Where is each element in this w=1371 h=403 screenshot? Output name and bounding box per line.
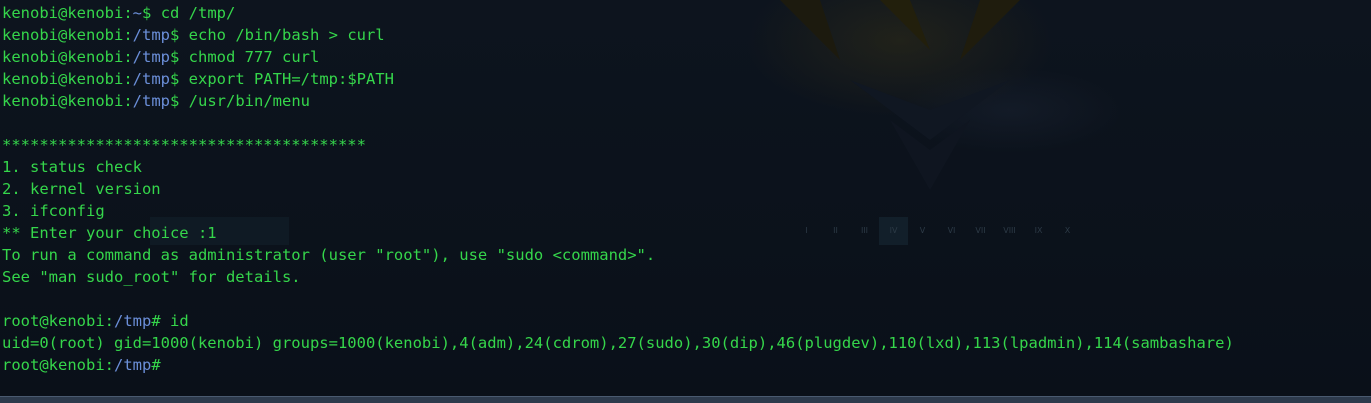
prompt-symbol: # <box>151 312 161 330</box>
prompt-path: /tmp <box>132 70 170 88</box>
prompt-symbol: $ <box>142 4 152 22</box>
prompt-user: root@kenobi <box>2 312 105 330</box>
prompt-separator: : <box>123 26 133 44</box>
output-line: 3. ifconfig <box>2 202 105 220</box>
output-line: ** Enter your choice :1 <box>2 224 217 242</box>
prompt-separator: : <box>104 312 114 330</box>
prompt-symbol: $ <box>170 26 180 44</box>
prompt-line: kenobi@kenobi:/tmp$ /usr/bin/menu <box>2 90 1234 112</box>
prompt-command: export PATH=/tmp:$PATH <box>179 70 394 88</box>
output-line: 2. kernel version <box>2 180 161 198</box>
prompt-line: root@kenobi:/tmp# <box>2 354 1234 376</box>
prompt-symbol: # <box>151 356 161 374</box>
prompt-command: chmod 777 curl <box>179 48 320 66</box>
prompt-path: /tmp <box>132 48 170 66</box>
prompt-command: /usr/bin/menu <box>179 92 310 110</box>
prompt-path: /tmp <box>132 92 170 110</box>
prompt-path: /tmp <box>114 356 152 374</box>
prompt-user: root@kenobi <box>2 356 105 374</box>
prompt-path: /tmp <box>132 26 170 44</box>
prompt-path: /tmp <box>114 312 152 330</box>
output-line: *************************************** <box>2 136 366 154</box>
output-line: See "man sudo_root" for details. <box>2 268 301 286</box>
output-line: uid=0(root) gid=1000(kenobi) groups=1000… <box>2 334 1234 352</box>
prompt-line: kenobi@kenobi:/tmp$ echo /bin/bash > cur… <box>2 24 1234 46</box>
prompt-separator: : <box>123 92 133 110</box>
prompt-user: kenobi@kenobi <box>2 48 124 66</box>
terminal-output: kenobi@kenobi:~$ cd /tmp/kenobi@kenobi:/… <box>2 2 1234 376</box>
prompt-user: kenobi@kenobi <box>2 4 124 22</box>
prompt-separator: : <box>123 4 133 22</box>
prompt-command: cd /tmp/ <box>151 4 236 22</box>
terminal-window[interactable]: I II III IV V VI VII VIII IX X kenobi@kenobi:~$ c… <box>0 0 1371 403</box>
prompt-command: id <box>160 312 189 330</box>
prompt-line: kenobi@kenobi:/tmp$ export PATH=/tmp:$PA… <box>2 68 1234 90</box>
prompt-user: kenobi@kenobi <box>2 26 124 44</box>
prompt-line: kenobi@kenobi:/tmp$ chmod 777 curl <box>2 46 1234 68</box>
prompt-separator: : <box>104 356 114 374</box>
prompt-separator: : <box>123 70 133 88</box>
output-line: To run a command as administrator (user … <box>2 246 656 264</box>
prompt-symbol: $ <box>170 48 180 66</box>
prompt-command: echo /bin/bash > curl <box>179 26 385 44</box>
output-line: 1. status check <box>2 158 142 176</box>
prompt-path: ~ <box>132 4 143 22</box>
prompt-separator: : <box>123 48 133 66</box>
prompt-symbol: $ <box>170 92 180 110</box>
prompt-line: kenobi@kenobi:~$ cd /tmp/ <box>2 2 1234 24</box>
prompt-line: root@kenobi:/tmp# id <box>2 310 1234 332</box>
prompt-user: kenobi@kenobi <box>2 92 124 110</box>
prompt-symbol: $ <box>170 70 180 88</box>
terminal-bottom-bar <box>0 396 1371 403</box>
prompt-user: kenobi@kenobi <box>2 70 124 88</box>
